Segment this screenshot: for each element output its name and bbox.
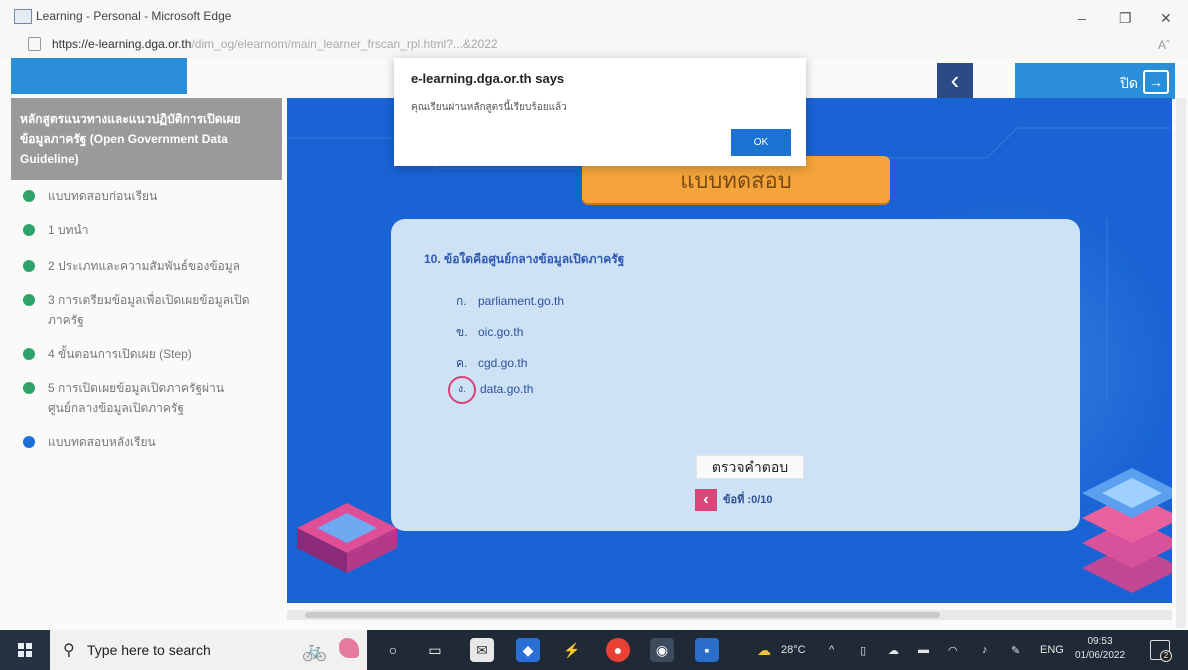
course-title: หลักสูตรแนวทางและแนวปฏิบัติการเปิดเผยข้อ… bbox=[11, 98, 282, 180]
status-dot-icon bbox=[23, 190, 35, 202]
iso-block-right-icon bbox=[1082, 468, 1172, 593]
status-dot-icon bbox=[23, 436, 35, 448]
status-dot-icon bbox=[23, 382, 35, 394]
language-indicator[interactable]: ENG bbox=[1040, 644, 1064, 656]
answer-option-d[interactable]: ง. data.go.th bbox=[448, 376, 533, 404]
close-button[interactable]: ✕ bbox=[1160, 11, 1172, 25]
volume-icon[interactable]: ♪ bbox=[982, 644, 988, 656]
tray-expand-icon[interactable]: ^ bbox=[829, 644, 834, 656]
previous-question-button[interactable]: ‹ bbox=[695, 489, 717, 512]
battery-icon[interactable]: ▬ bbox=[918, 644, 929, 656]
cortana-icon[interactable]: ○ bbox=[381, 638, 405, 662]
ok-button[interactable]: OK bbox=[731, 129, 791, 156]
notification-badge: 2 bbox=[1160, 650, 1172, 662]
answer-option-c[interactable]: ค. cgd.go.th bbox=[456, 354, 527, 373]
network-icon[interactable]: ▯ bbox=[860, 644, 866, 657]
dialog-message: คุณเรียนผ่านหลักสูตรนี้เรียบร้อยแล้ว bbox=[411, 102, 567, 113]
question-card: 10. ข้อใดคือศูนย์กลางข้อมูลเปิดภาครัฐ ก.… bbox=[391, 219, 1080, 531]
status-dot-icon bbox=[23, 224, 35, 236]
browser-title-bar: Learning - Personal - Microsoft Edge – ❐… bbox=[0, 0, 1188, 32]
back-button[interactable]: ‹ bbox=[937, 63, 973, 98]
question-counter: ‹ ข้อที่ :0/10 bbox=[695, 489, 773, 512]
read-aloud-icon[interactable]: Aˆ bbox=[1158, 38, 1170, 52]
edge-app-icon bbox=[14, 9, 32, 24]
lock-icon bbox=[28, 37, 41, 51]
window-title: Learning - Personal - Microsoft Edge bbox=[36, 9, 232, 23]
search-placeholder: Type here to search bbox=[87, 642, 211, 658]
restore-button[interactable]: ❐ bbox=[1119, 11, 1132, 25]
check-answer-button[interactable]: ตรวจคำตอบ bbox=[696, 455, 804, 479]
dropbox-icon[interactable]: ◆ bbox=[516, 638, 540, 662]
start-button[interactable] bbox=[0, 630, 50, 670]
taskbar-search[interactable]: ⚲ Type here to search bbox=[50, 630, 295, 670]
status-dot-icon bbox=[23, 294, 35, 306]
url-text[interactable]: https://e-learning.dga.or.th/dim_og/elea… bbox=[52, 37, 498, 51]
edge-icon[interactable]: ◉ bbox=[650, 638, 674, 662]
alert-dialog: e-learning.dga.or.th says คุณเรียนผ่านหล… bbox=[394, 58, 806, 166]
app-icon[interactable]: ⚡ bbox=[560, 638, 584, 662]
outlook-icon[interactable]: ▪ bbox=[695, 638, 719, 662]
dialog-title: e-learning.dga.or.th says bbox=[411, 71, 565, 86]
quiz-stage: แบบทดสอบ 10. ข้อใดคือศูนย์กลางข้อมูลเปิด… bbox=[287, 98, 1172, 603]
selected-answer-circle-icon: ง. bbox=[448, 376, 476, 404]
address-bar[interactable]: https://e-learning.dga.or.th/dim_og/elea… bbox=[0, 32, 1188, 58]
windows-icon bbox=[18, 643, 32, 657]
news-widget[interactable]: 🚲 bbox=[295, 630, 367, 670]
iso-block-left-icon bbox=[297, 503, 397, 573]
clock[interactable]: 09:53 01/06/2022 bbox=[1062, 635, 1138, 663]
answer-option-a[interactable]: ก. parliament.go.th bbox=[456, 292, 564, 311]
course-header-bar bbox=[11, 58, 187, 94]
answer-option-b[interactable]: ข. oic.go.th bbox=[456, 323, 523, 342]
task-view-icon[interactable]: ▭ bbox=[423, 638, 447, 662]
onedrive-icon[interactable]: ☁ bbox=[888, 644, 899, 657]
bicycle-icon: 🚲 bbox=[302, 640, 327, 662]
news-image-icon bbox=[339, 638, 359, 658]
status-dot-icon bbox=[23, 348, 35, 360]
mail-icon[interactable]: ✉ bbox=[470, 638, 494, 662]
horizontal-scrollbar-thumb[interactable] bbox=[305, 612, 940, 618]
question-text: 10. ข้อใดคือศูนย์กลางข้อมูลเปิดภาครัฐ bbox=[424, 252, 625, 266]
chrome-icon[interactable]: ● bbox=[606, 638, 630, 662]
weather-icon[interactable]: ☁ bbox=[752, 638, 776, 662]
minimize-button[interactable]: – bbox=[1078, 11, 1086, 25]
exit-icon: → bbox=[1143, 70, 1169, 94]
taskbar: ⚲ Type here to search 🚲 ○ ▭ ✉ ◆ ⚡ ● ◉ ▪ … bbox=[0, 630, 1188, 670]
pen-icon[interactable]: ✎ bbox=[1011, 644, 1020, 657]
vertical-scrollbar[interactable] bbox=[1176, 98, 1186, 628]
exit-button[interactable]: ปิด → bbox=[1015, 63, 1175, 99]
search-icon: ⚲ bbox=[63, 642, 75, 659]
weather-temperature[interactable]: 28°C bbox=[781, 644, 806, 656]
wifi-icon[interactable]: ◠ bbox=[948, 644, 958, 657]
status-dot-icon bbox=[23, 260, 35, 272]
exit-label: ปิด bbox=[1120, 75, 1138, 91]
